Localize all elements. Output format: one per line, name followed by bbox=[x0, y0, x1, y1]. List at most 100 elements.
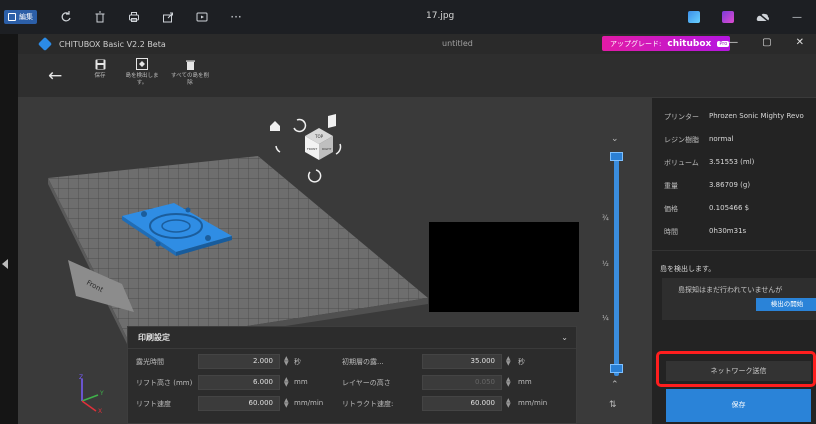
print-icon[interactable] bbox=[127, 10, 141, 24]
cube-view-icon[interactable] bbox=[328, 114, 336, 128]
photos-app-icon[interactable] bbox=[688, 11, 700, 23]
axis-z-label: Z bbox=[79, 374, 83, 381]
slider-top-handle[interactable] bbox=[610, 152, 623, 161]
rotate-left-icon[interactable] bbox=[275, 145, 281, 153]
spinner-arrows-icon[interactable]: ▲ ▼ bbox=[506, 398, 511, 409]
upgrade-button[interactable]: アップグレード: chitubox Pro bbox=[602, 36, 730, 51]
info-value: 3.86709 (g) bbox=[709, 181, 751, 189]
save-tool-button[interactable]: 保存 bbox=[88, 58, 112, 80]
setting-value-input[interactable]: 2.000 bbox=[198, 354, 280, 369]
info-label: 価格 bbox=[664, 205, 678, 213]
back-arrow-icon[interactable]: ← bbox=[48, 66, 62, 86]
gizmo-front-label: FRONT bbox=[307, 147, 317, 151]
setting-unit: mm bbox=[518, 378, 532, 386]
left-collapse-strip bbox=[0, 34, 18, 424]
layer-slider[interactable]: ⌄ ¾ ½ ¼ ⌃ ⇅ bbox=[596, 128, 636, 424]
info-row: 価格 0.105466 $ bbox=[652, 200, 816, 218]
setting-label: 初期層の露... bbox=[342, 358, 384, 366]
setting-value-input[interactable]: 6.000 bbox=[198, 375, 280, 390]
print-setting-row: 露光時間 2.000 ▲ ▼ 秒 初期層の露... 35.000 ▲ ▼ 秒 bbox=[128, 353, 578, 371]
build-plate bbox=[48, 156, 428, 350]
upgrade-prefix: アップグレード: bbox=[610, 39, 662, 48]
document-name: untitled bbox=[442, 39, 473, 48]
view-cube-gizmo[interactable]: TOP FRONT RIGHT bbox=[270, 114, 342, 183]
detect-islands-icon bbox=[136, 58, 148, 70]
upgrade-brand: chitubox bbox=[667, 38, 712, 49]
info-value: 3.51553 (ml) bbox=[709, 158, 755, 166]
info-value: 0h30m31s bbox=[709, 227, 747, 235]
gizmo-right-label: RIGHT bbox=[322, 147, 332, 151]
chitubox-logo-icon bbox=[37, 36, 53, 52]
setting-label: リフト速度 bbox=[136, 400, 171, 408]
gizmo-top-label: TOP bbox=[314, 134, 324, 139]
spinner-arrows-icon[interactable]: ▲ ▼ bbox=[284, 398, 289, 409]
axis-x-label: X bbox=[98, 408, 102, 413]
detect-islands-label: 島を検出しま す。 bbox=[125, 73, 159, 86]
info-label: 重量 bbox=[664, 182, 678, 190]
setting-label: 露光時間 bbox=[136, 358, 164, 366]
island-toolbar: ← 保存 島を検出しま す。 すべての島を削 除 bbox=[18, 54, 816, 98]
slider-down-chevron-icon[interactable]: ⌃ bbox=[611, 380, 619, 390]
save-button[interactable]: 保存 bbox=[666, 389, 811, 422]
start-detection-button[interactable]: 検出の開始 bbox=[756, 298, 816, 311]
info-row: レジン樹脂 normal bbox=[652, 131, 816, 149]
floppy-disk-icon bbox=[94, 58, 106, 70]
setting-unit: 秒 bbox=[518, 358, 525, 366]
print-setting-row: リフト速度 60.000 ▲ ▼ mm/min リトラクト速度: 60.000 ▲ ▼ mm/mi… bbox=[128, 395, 578, 413]
slider-half-label: ½ bbox=[602, 260, 609, 268]
slideshow-icon[interactable] bbox=[195, 10, 209, 24]
slider-adjust-icon[interactable]: ⇅ bbox=[609, 400, 617, 410]
setting-unit: mm bbox=[294, 378, 308, 386]
spinner-arrows-icon[interactable]: ▲ ▼ bbox=[506, 377, 511, 388]
setting-unit: mm/min bbox=[294, 399, 324, 407]
info-value: normal bbox=[709, 135, 734, 143]
undo-view-icon[interactable] bbox=[293, 118, 307, 133]
minimize-icon[interactable]: — bbox=[728, 37, 738, 48]
setting-value-input[interactable]: 0.050 bbox=[422, 375, 502, 390]
collapse-chevron-icon[interactable]: ⌄ bbox=[561, 333, 568, 342]
setting-value-input[interactable]: 60.000 bbox=[198, 396, 280, 411]
edit-label: 編集 bbox=[19, 13, 33, 21]
viewer-minimize-icon[interactable]: — bbox=[792, 12, 802, 23]
info-row: ボリューム 3.51553 (ml) bbox=[652, 154, 816, 172]
rotate-down-icon[interactable] bbox=[307, 169, 322, 183]
slider-bottom-handle[interactable] bbox=[610, 364, 623, 373]
slider-quarter-label: ¼ bbox=[602, 314, 609, 322]
spinner-arrows-icon[interactable]: ▲ ▼ bbox=[284, 377, 289, 388]
share-icon[interactable] bbox=[161, 10, 175, 24]
close-icon[interactable]: ✕ bbox=[796, 37, 804, 48]
app-name: CHITUBOX Basic V2.2 Beta bbox=[59, 39, 166, 49]
spinner-arrows-icon[interactable]: ▲ ▼ bbox=[506, 356, 511, 367]
rotate-right-icon[interactable] bbox=[335, 143, 342, 155]
info-label: 時間 bbox=[664, 228, 678, 236]
print-settings-panel: 印刷設定 ⌄ 露光時間 2.000 ▲ ▼ 秒 初期層の露... 35.000 ▲ ▼ 秒リフト高… bbox=[127, 326, 577, 424]
setting-unit: 秒 bbox=[294, 358, 301, 366]
edit-image-button[interactable]: 編集 bbox=[4, 10, 37, 24]
slider-up-chevron-icon[interactable]: ⌄ bbox=[611, 134, 619, 144]
maximize-icon[interactable]: ▢ bbox=[762, 37, 771, 48]
slice-preview bbox=[429, 222, 579, 312]
slider-track[interactable] bbox=[614, 156, 619, 376]
spinner-arrows-icon[interactable]: ▲ ▼ bbox=[284, 356, 289, 367]
rotate-icon[interactable] bbox=[59, 10, 73, 24]
axis-y-label: Y bbox=[99, 390, 104, 397]
detect-islands-button[interactable]: 島を検出しま す。 bbox=[122, 58, 162, 87]
island-status-message: 島探知はまだ行われていませんが bbox=[678, 286, 783, 294]
setting-value-input[interactable]: 35.000 bbox=[422, 354, 502, 369]
setting-value-input[interactable]: 60.000 bbox=[422, 396, 502, 411]
info-label: ボリューム bbox=[664, 159, 699, 167]
setting-label: リフト高さ (mm) bbox=[136, 379, 193, 387]
print-settings-header[interactable]: 印刷設定 ⌄ bbox=[128, 327, 576, 349]
save-tool-label: 保存 bbox=[94, 73, 106, 79]
clipchamp-icon[interactable] bbox=[722, 11, 734, 23]
more-options-icon[interactable]: ··· bbox=[229, 10, 243, 24]
delete-all-islands-button[interactable]: すべての島を削 除 bbox=[168, 58, 212, 87]
expand-panel-icon[interactable] bbox=[2, 259, 8, 269]
trash-icon[interactable] bbox=[93, 10, 107, 24]
info-value: Phrozen Sonic Mighty Revo bbox=[709, 112, 804, 120]
setting-label: レイヤーの高さ bbox=[342, 379, 391, 387]
home-view-icon[interactable] bbox=[270, 121, 280, 131]
right-info-panel: プリンター Phrozen Sonic Mighty Revo レジン樹脂 norma… bbox=[652, 98, 816, 424]
print-setting-row: リフト高さ (mm) 6.000 ▲ ▼ mm レイヤーの高さ 0.050 ▲ ▼ mm bbox=[128, 374, 578, 392]
cloud-sync-icon[interactable] bbox=[756, 10, 770, 24]
